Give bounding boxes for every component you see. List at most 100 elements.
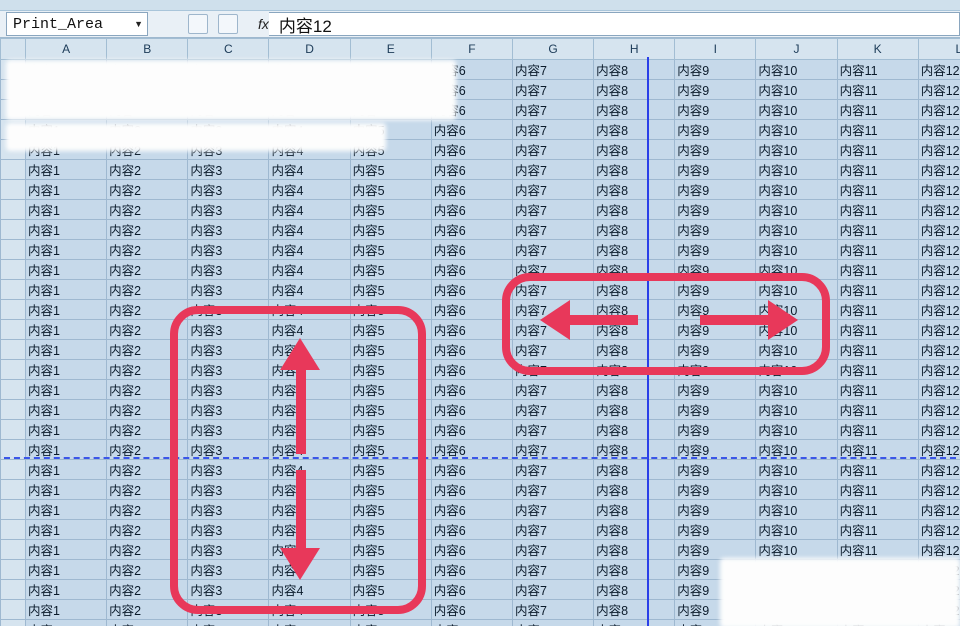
cell[interactable]: 内容9 (675, 100, 756, 120)
cell[interactable]: 内容12 (918, 540, 960, 560)
cell[interactable]: 内容12 (918, 200, 960, 220)
cell[interactable]: 内容12 (918, 300, 960, 320)
cell[interactable]: 内容12 (918, 280, 960, 300)
cell[interactable]: 内容9 (675, 120, 756, 140)
cell[interactable]: 内容10 (756, 160, 837, 180)
cell[interactable]: 内容2 (107, 520, 188, 540)
cell[interactable]: 内容7 (512, 240, 593, 260)
cell[interactable]: 内容11 (837, 200, 918, 220)
cell[interactable]: 内容11 (837, 280, 918, 300)
cell[interactable]: 内容1 (26, 220, 107, 240)
cell[interactable]: 内容5 (350, 620, 431, 626)
cell[interactable]: 内容2 (107, 280, 188, 300)
cell[interactable]: 内容7 (512, 340, 593, 360)
cell[interactable]: 内容3 (188, 260, 269, 280)
cell[interactable]: 内容10 (756, 480, 837, 500)
cell[interactable]: 内容1 (26, 480, 107, 500)
cell[interactable]: 内容9 (675, 160, 756, 180)
cell[interactable]: 内容3 (188, 480, 269, 500)
cell[interactable]: 内容1 (26, 160, 107, 180)
cell[interactable]: 内容6 (431, 520, 512, 540)
cell[interactable]: 内容4 (269, 260, 350, 280)
cell[interactable]: 内容3 (188, 540, 269, 560)
cell[interactable]: 内容7 (512, 300, 593, 320)
cell[interactable]: 内容6 (431, 180, 512, 200)
cell[interactable]: 内容3 (188, 520, 269, 540)
cell[interactable]: 内容6 (431, 360, 512, 380)
cell[interactable]: 内容10 (756, 360, 837, 380)
cell[interactable]: 内容6 (431, 300, 512, 320)
cell[interactable]: 内容1 (26, 520, 107, 540)
cell[interactable]: 内容3 (188, 300, 269, 320)
cell[interactable]: 内容11 (837, 460, 918, 480)
cell[interactable]: 内容10 (756, 220, 837, 240)
cell[interactable]: 内容12 (918, 140, 960, 160)
cell[interactable]: 内容2 (107, 360, 188, 380)
cell[interactable]: 内容3 (188, 620, 269, 626)
fx-label[interactable]: fx (258, 16, 269, 32)
cell[interactable]: 内容9 (675, 480, 756, 500)
cell[interactable]: 内容10 (756, 320, 837, 340)
cell[interactable]: 内容12 (918, 180, 960, 200)
cell[interactable]: 内容2 (107, 600, 188, 620)
cell[interactable]: 内容8 (594, 400, 675, 420)
cell[interactable]: 内容11 (837, 540, 918, 560)
row-header[interactable] (1, 480, 26, 500)
row-header[interactable] (1, 620, 26, 626)
cell[interactable]: 内容3 (188, 280, 269, 300)
cell[interactable]: 内容12 (918, 260, 960, 280)
cell[interactable]: 内容5 (350, 200, 431, 220)
cell[interactable]: 内容7 (512, 260, 593, 280)
cell[interactable]: 内容6 (431, 560, 512, 580)
cell[interactable]: 内容6 (431, 380, 512, 400)
cell[interactable]: 内容9 (675, 540, 756, 560)
cell[interactable]: 内容2 (107, 240, 188, 260)
cell[interactable]: 内容9 (675, 380, 756, 400)
cell[interactable]: 内容11 (837, 520, 918, 540)
select-all-corner[interactable] (1, 39, 26, 60)
cell[interactable]: 内容8 (594, 160, 675, 180)
cell[interactable]: 内容4 (269, 300, 350, 320)
cell[interactable]: 内容2 (107, 220, 188, 240)
cell[interactable]: 内容3 (188, 160, 269, 180)
cell[interactable]: 内容11 (837, 320, 918, 340)
cell[interactable]: 内容8 (594, 340, 675, 360)
row-header[interactable] (1, 420, 26, 440)
cell[interactable]: 内容12 (918, 340, 960, 360)
cell[interactable]: 内容7 (512, 500, 593, 520)
column-header-C[interactable]: C (188, 39, 269, 60)
cell[interactable]: 内容4 (269, 420, 350, 440)
cell[interactable]: 内容10 (756, 140, 837, 160)
cell[interactable]: 内容5 (350, 380, 431, 400)
cancel-formula-button[interactable] (188, 14, 208, 34)
cell[interactable]: 内容10 (756, 500, 837, 520)
cell[interactable]: 内容10 (756, 540, 837, 560)
row-header[interactable] (1, 540, 26, 560)
row-header[interactable] (1, 360, 26, 380)
cell[interactable]: 内容8 (594, 300, 675, 320)
cell[interactable]: 内容2 (107, 620, 188, 626)
cell[interactable]: 内容8 (594, 540, 675, 560)
row-header[interactable] (1, 220, 26, 240)
row-header[interactable] (1, 560, 26, 580)
cell[interactable]: 内容2 (107, 320, 188, 340)
cell[interactable]: 内容2 (107, 260, 188, 280)
column-header-I[interactable]: I (675, 39, 756, 60)
cell[interactable]: 内容12 (918, 60, 960, 80)
cell[interactable]: 内容7 (512, 220, 593, 240)
cell[interactable]: 内容3 (188, 180, 269, 200)
cell[interactable]: 内容9 (675, 520, 756, 540)
cell[interactable]: 内容11 (837, 480, 918, 500)
cell[interactable]: 内容11 (837, 180, 918, 200)
cell[interactable]: 内容7 (512, 320, 593, 340)
cell[interactable]: 内容4 (269, 200, 350, 220)
cell[interactable]: 内容1 (26, 300, 107, 320)
cell[interactable]: 内容7 (512, 140, 593, 160)
cell[interactable]: 内容7 (512, 180, 593, 200)
cell[interactable]: 内容6 (431, 280, 512, 300)
cell[interactable]: 内容12 (918, 240, 960, 260)
cell[interactable]: 内容10 (756, 260, 837, 280)
cell[interactable]: 内容6 (431, 260, 512, 280)
cell[interactable]: 内容6 (431, 220, 512, 240)
cell[interactable]: 内容2 (107, 580, 188, 600)
